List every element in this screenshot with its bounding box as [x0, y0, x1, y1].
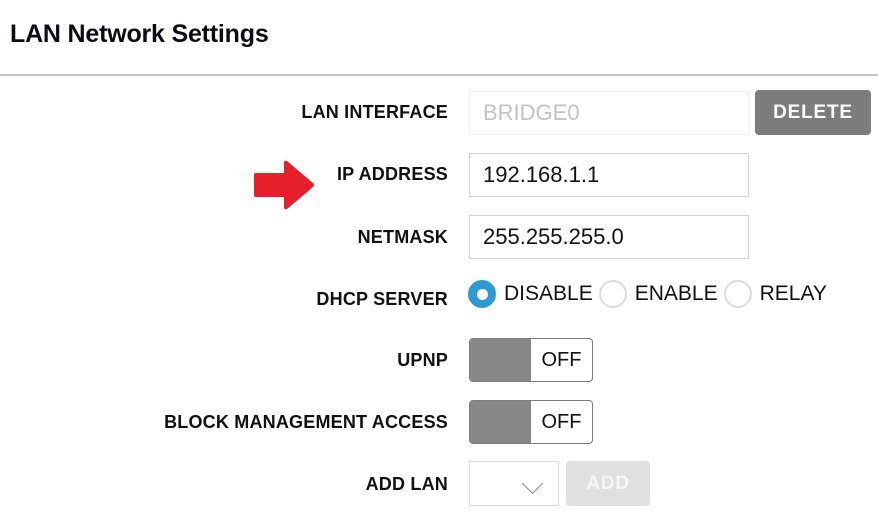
radio-unchecked-icon[interactable] [723, 280, 752, 308]
netmask-label: NETMASK [357, 227, 448, 247]
upnp-toggle[interactable]: OFF [469, 338, 593, 382]
dhcp-radio-disable-label: DISABLE [504, 282, 593, 305]
dhcp-radio-enable[interactable]: ENABLE [598, 280, 724, 308]
netmask-input[interactable]: 255.255.255.0 [469, 215, 749, 259]
dhcp-radio-relay[interactable]: RELAY [723, 280, 833, 308]
page-title: LAN Network Settings [10, 20, 269, 48]
upnp-toggle-state: OFF [541, 349, 582, 371]
radio-checked-icon[interactable] [468, 280, 496, 308]
chevron-down-icon [521, 472, 544, 495]
lan-interface-label: LAN INTERFACE [301, 102, 448, 122]
toggle-knob [470, 339, 531, 381]
ip-address-label: IP ADDRESS [336, 164, 448, 184]
block-management-access-label: BLOCK MANAGEMENT ACCESS [164, 412, 448, 432]
dhcp-radio-disable[interactable]: DISABLE [468, 280, 599, 308]
dhcp-radio-enable-label: ENABLE [634, 282, 718, 305]
title-divider [0, 74, 878, 76]
block-management-access-toggle[interactable]: OFF [469, 400, 593, 444]
ip-address-value: 192.168.1.1 [483, 162, 600, 187]
toggle-knob [470, 401, 531, 443]
right-arrow-icon [254, 160, 314, 210]
add-lan-select[interactable] [469, 461, 559, 506]
dhcp-server-label: DHCP SERVER [316, 289, 448, 309]
block-management-access-toggle-state: OFF [541, 411, 582, 433]
radio-unchecked-icon[interactable] [598, 280, 627, 308]
lan-interface-value: BRIDGE0 [483, 100, 580, 125]
delete-button[interactable]: DELETE [755, 90, 871, 135]
add-lan-label: ADD LAN [365, 474, 448, 494]
add-button[interactable]: ADD [566, 461, 650, 506]
dhcp-server-radio-group: DISABLE ENABLE RELAY [468, 278, 833, 310]
netmask-value: 255.255.255.0 [483, 224, 624, 249]
upnp-label: UPNP [397, 350, 448, 370]
lan-interface-field: BRIDGE0 [469, 91, 749, 135]
ip-address-input[interactable]: 192.168.1.1 [469, 153, 749, 197]
dhcp-radio-relay-label: RELAY [759, 282, 827, 305]
